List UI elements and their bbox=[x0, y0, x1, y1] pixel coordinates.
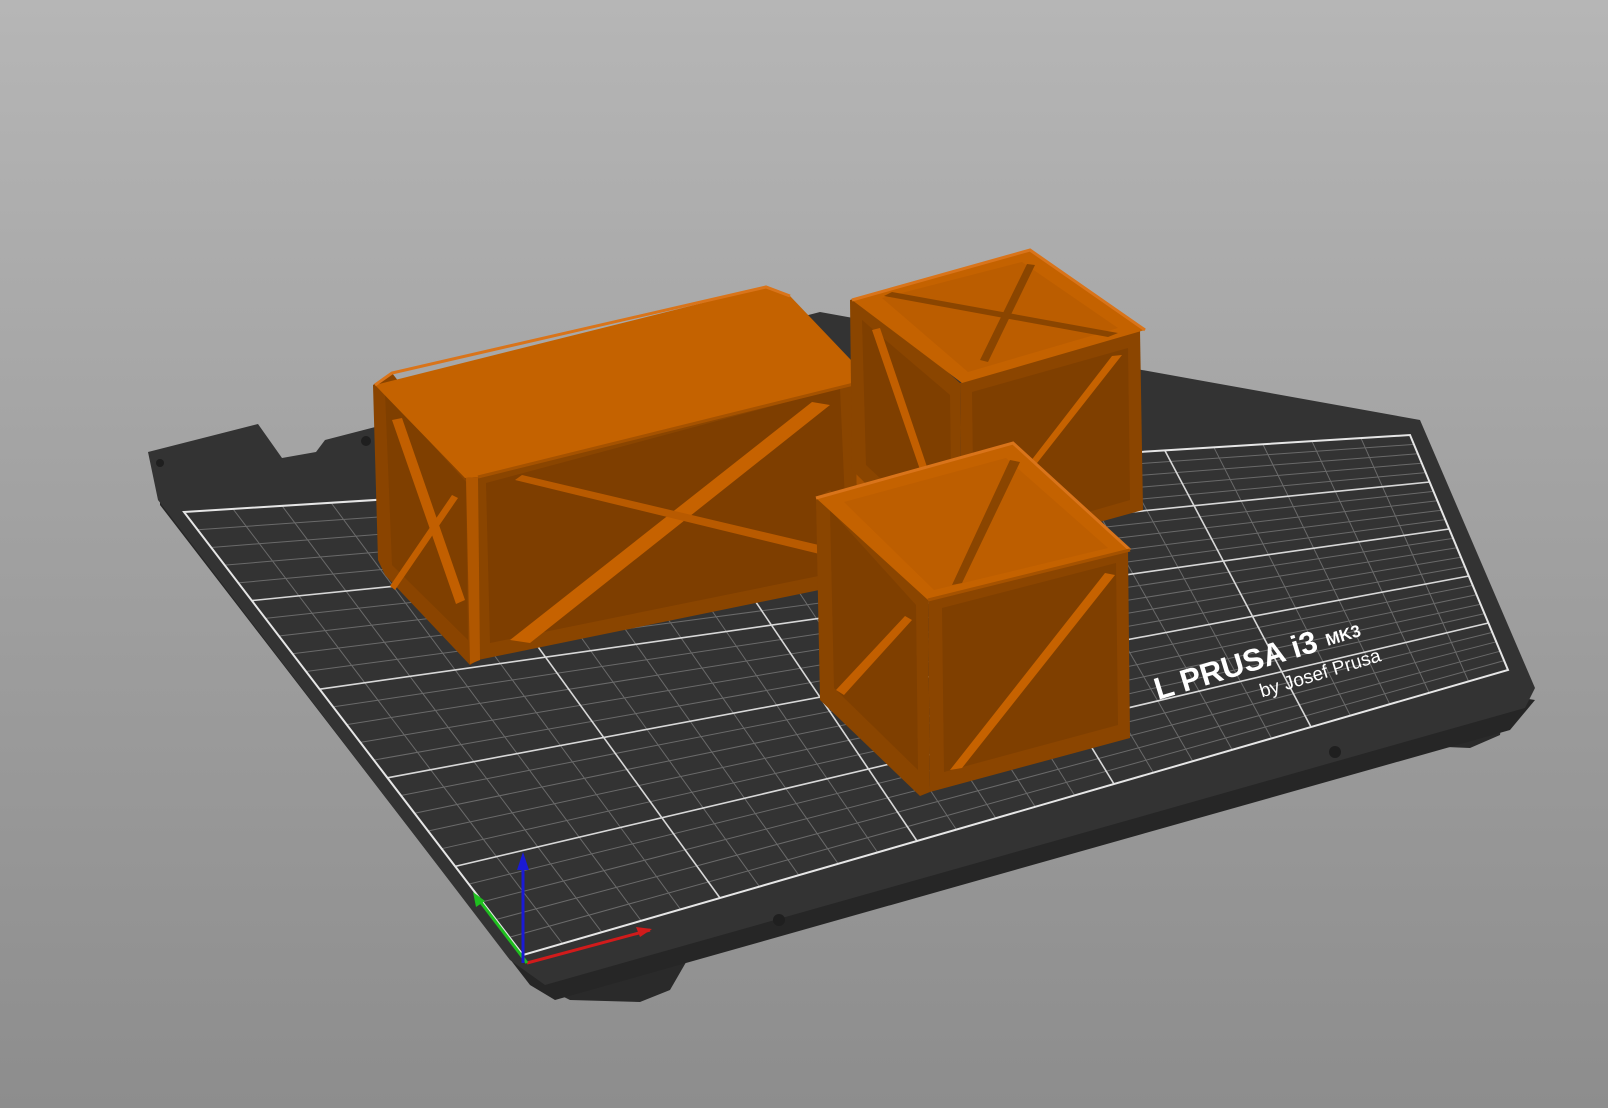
bed-hole bbox=[156, 459, 164, 467]
3d-scene[interactable]: L PRUSA i3 MK3 by Josef Prusa bbox=[0, 0, 1608, 1108]
bed-hole bbox=[773, 914, 785, 926]
3d-viewport[interactable]: L PRUSA i3 MK3 by Josef Prusa bbox=[0, 0, 1608, 1108]
bed-hole bbox=[361, 436, 371, 446]
bed-hole bbox=[1329, 746, 1341, 758]
